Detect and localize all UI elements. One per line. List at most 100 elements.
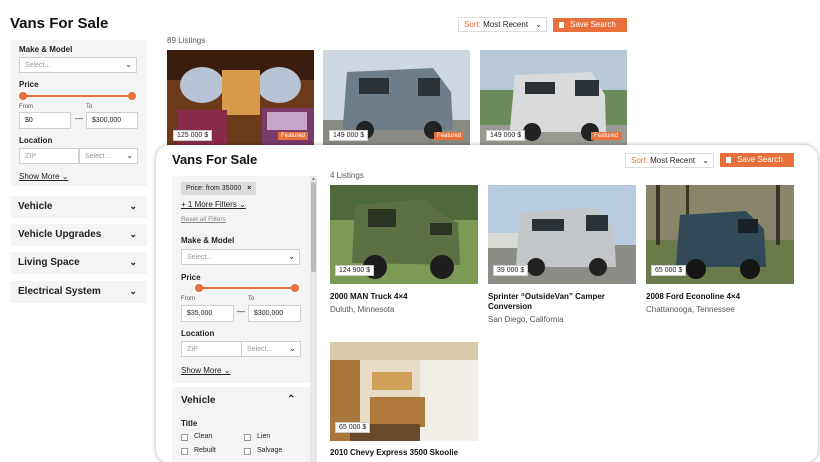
chevron-down-icon: ⌄ bbox=[239, 200, 246, 209]
bookmark-icon bbox=[726, 157, 731, 163]
chevron-down-icon: ⌄ bbox=[129, 201, 137, 211]
checkbox-clean-label: Clean bbox=[194, 433, 213, 440]
make-model-placeholder: Select... bbox=[187, 254, 213, 261]
card-title: Vans For Sale bbox=[172, 152, 258, 167]
card-location-select[interactable]: Select... ⌄ bbox=[241, 341, 301, 357]
card-price-slider-max-handle[interactable] bbox=[291, 284, 299, 292]
price-tag: 149 000 $ bbox=[329, 130, 369, 141]
location-select[interactable]: Select... ⌄ bbox=[79, 148, 138, 164]
card-price-to-input[interactable]: $300,000 bbox=[248, 305, 301, 322]
card-zip-input[interactable]: ZIP bbox=[181, 341, 242, 357]
listing-count: 89 Listings bbox=[167, 36, 206, 45]
accordion-vehicle-upgrades[interactable]: Vehicle Upgrades ⌄ bbox=[11, 224, 147, 246]
card-price-from-input[interactable]: $35,000 bbox=[181, 305, 234, 322]
listing-photo-chevy-skoolie[interactable]: 65 000 $ bbox=[330, 342, 478, 441]
card-filter-panel: Price: from 35000 × + 1 More Filters ⌄ R… bbox=[172, 176, 310, 462]
sort-label: Sort: bbox=[631, 156, 648, 165]
chevron-down-icon: ⌄ bbox=[129, 257, 137, 267]
price-slider-min-handle[interactable] bbox=[19, 92, 27, 100]
show-more-link[interactable]: Show More ⌄ bbox=[19, 172, 68, 181]
from-label: From bbox=[181, 296, 195, 302]
checkbox-lien[interactable] bbox=[244, 434, 251, 441]
listing-title[interactable]: Sprinter “OutsideVan” Camper Conversion bbox=[488, 292, 638, 312]
listing-title[interactable]: 2008 Ford Econoline 4×4 bbox=[646, 292, 796, 302]
accordion-living-space[interactable]: Living Space ⌄ bbox=[11, 252, 147, 274]
chevron-up-icon[interactable]: ⌃ bbox=[287, 394, 295, 405]
price-tag: 39 000 $ bbox=[493, 265, 529, 276]
listing-photo-interior[interactable]: 125 000 $ Featured bbox=[167, 50, 314, 147]
card-make-model-select[interactable]: Select... ⌄ bbox=[181, 249, 300, 265]
chevron-down-icon: ⌄ bbox=[126, 151, 133, 160]
accordion-label: Vehicle bbox=[18, 201, 53, 212]
to-label: To bbox=[86, 104, 93, 110]
save-search-button[interactable]: Save Search bbox=[553, 18, 627, 32]
filter-sidebar: Make & Model Select... ⌄ Price From To $… bbox=[11, 40, 147, 186]
location-label: Location bbox=[181, 329, 215, 338]
checkbox-rebuilt[interactable] bbox=[181, 448, 188, 455]
filter-scrollbar[interactable]: ▲ bbox=[310, 176, 317, 462]
show-more-label: Show More bbox=[19, 172, 60, 181]
make-model-select[interactable]: Select... ⌄ bbox=[19, 57, 137, 73]
price-tag: 65 000 $ bbox=[651, 265, 687, 276]
checkbox-salvage[interactable] bbox=[244, 448, 251, 455]
price-slider-track bbox=[23, 95, 133, 97]
accordion-label: Living Space bbox=[18, 257, 80, 268]
make-model-label: Make & Model bbox=[19, 45, 73, 54]
chevron-down-icon: ⌄ bbox=[535, 20, 542, 29]
sort-label: Sort: bbox=[464, 20, 481, 29]
card-price-slider-track bbox=[198, 287, 295, 289]
zip-placeholder: ZIP bbox=[187, 346, 198, 353]
listing-photo-man-truck[interactable]: 124 900 $ bbox=[330, 185, 478, 284]
overlay-card: Vans For Sale Sort: Most Recent ⌄ Save S… bbox=[156, 145, 818, 462]
sort-dropdown[interactable]: Sort: Most Recent ⌄ bbox=[458, 17, 547, 32]
featured-badge: Featured bbox=[434, 132, 465, 140]
location-label: Location bbox=[19, 136, 53, 145]
chevron-down-icon: ⌄ bbox=[288, 252, 295, 261]
accordion-vehicle[interactable]: Vehicle ⌄ bbox=[11, 196, 147, 218]
scrollbar-thumb[interactable] bbox=[311, 182, 316, 272]
title-filter-label: Title bbox=[181, 419, 198, 428]
card-listing-count: 4 Listings bbox=[330, 171, 364, 180]
accordion-electrical-system[interactable]: Electrical System ⌄ bbox=[11, 281, 147, 303]
active-filter-chip[interactable]: Price: from 35000 × bbox=[181, 182, 257, 195]
price-to-input[interactable]: $300,000 bbox=[86, 112, 138, 129]
chip-label: Price: from 35000 bbox=[186, 185, 242, 192]
price-tag: 65 000 $ bbox=[335, 422, 371, 433]
price-tag: 149 000 $ bbox=[486, 130, 526, 141]
listing-photo-silver-van[interactable]: 149 000 $ Featured bbox=[480, 50, 627, 147]
price-label: Price bbox=[19, 80, 39, 89]
chevron-down-icon: ⌄ bbox=[129, 286, 137, 296]
bookmark-icon bbox=[559, 22, 564, 28]
listing-photo-ford-econoline[interactable]: 65 000 $ bbox=[646, 185, 794, 284]
price-slider-max-handle[interactable] bbox=[128, 92, 136, 100]
range-dash: — bbox=[75, 114, 83, 123]
show-more-label: Show More bbox=[181, 366, 222, 375]
checkbox-clean[interactable] bbox=[181, 434, 188, 441]
chevron-down-icon: ⌄ bbox=[702, 156, 709, 165]
card-price-slider-min-handle[interactable] bbox=[195, 284, 203, 292]
vehicle-section-header[interactable]: Vehicle bbox=[181, 395, 215, 406]
chevron-down-icon: ⌄ bbox=[125, 60, 132, 69]
listing-photo-sprinter[interactable]: 39 000 $ bbox=[488, 185, 636, 284]
zip-input[interactable]: ZIP bbox=[19, 148, 79, 164]
card-sort-dropdown[interactable]: Sort: Most Recent ⌄ bbox=[625, 153, 714, 168]
zip-placeholder: ZIP bbox=[25, 153, 36, 160]
checkbox-rebuilt-label: Rebuilt bbox=[194, 447, 216, 454]
range-dash: — bbox=[237, 307, 245, 316]
location-placeholder: Select... bbox=[85, 153, 111, 160]
reset-filters-link[interactable]: Reset all Filters bbox=[181, 216, 226, 223]
listing-title[interactable]: 2010 Chevy Express 3500 Skoolie bbox=[330, 448, 480, 458]
page-title: Vans For Sale bbox=[10, 15, 109, 32]
chevron-down-icon: ⌄ bbox=[223, 366, 231, 375]
more-filters-link[interactable]: + 1 More Filters ⌄ bbox=[181, 200, 246, 209]
checkbox-salvage-label: Salvage bbox=[257, 447, 283, 454]
chevron-down-icon: ⌄ bbox=[61, 172, 69, 181]
close-icon[interactable]: × bbox=[247, 185, 251, 192]
card-show-more-link[interactable]: Show More ⌄ bbox=[181, 366, 230, 375]
card-save-search-button[interactable]: Save Search bbox=[720, 153, 794, 167]
price-from-input[interactable]: $0 bbox=[19, 112, 71, 129]
listing-photo-grey-van[interactable]: 149 000 $ Featured bbox=[323, 50, 470, 147]
save-search-label: Save Search bbox=[737, 155, 783, 164]
listing-title[interactable]: 2000 MAN Truck 4×4 bbox=[330, 292, 480, 302]
chevron-down-icon: ⌄ bbox=[129, 229, 137, 239]
